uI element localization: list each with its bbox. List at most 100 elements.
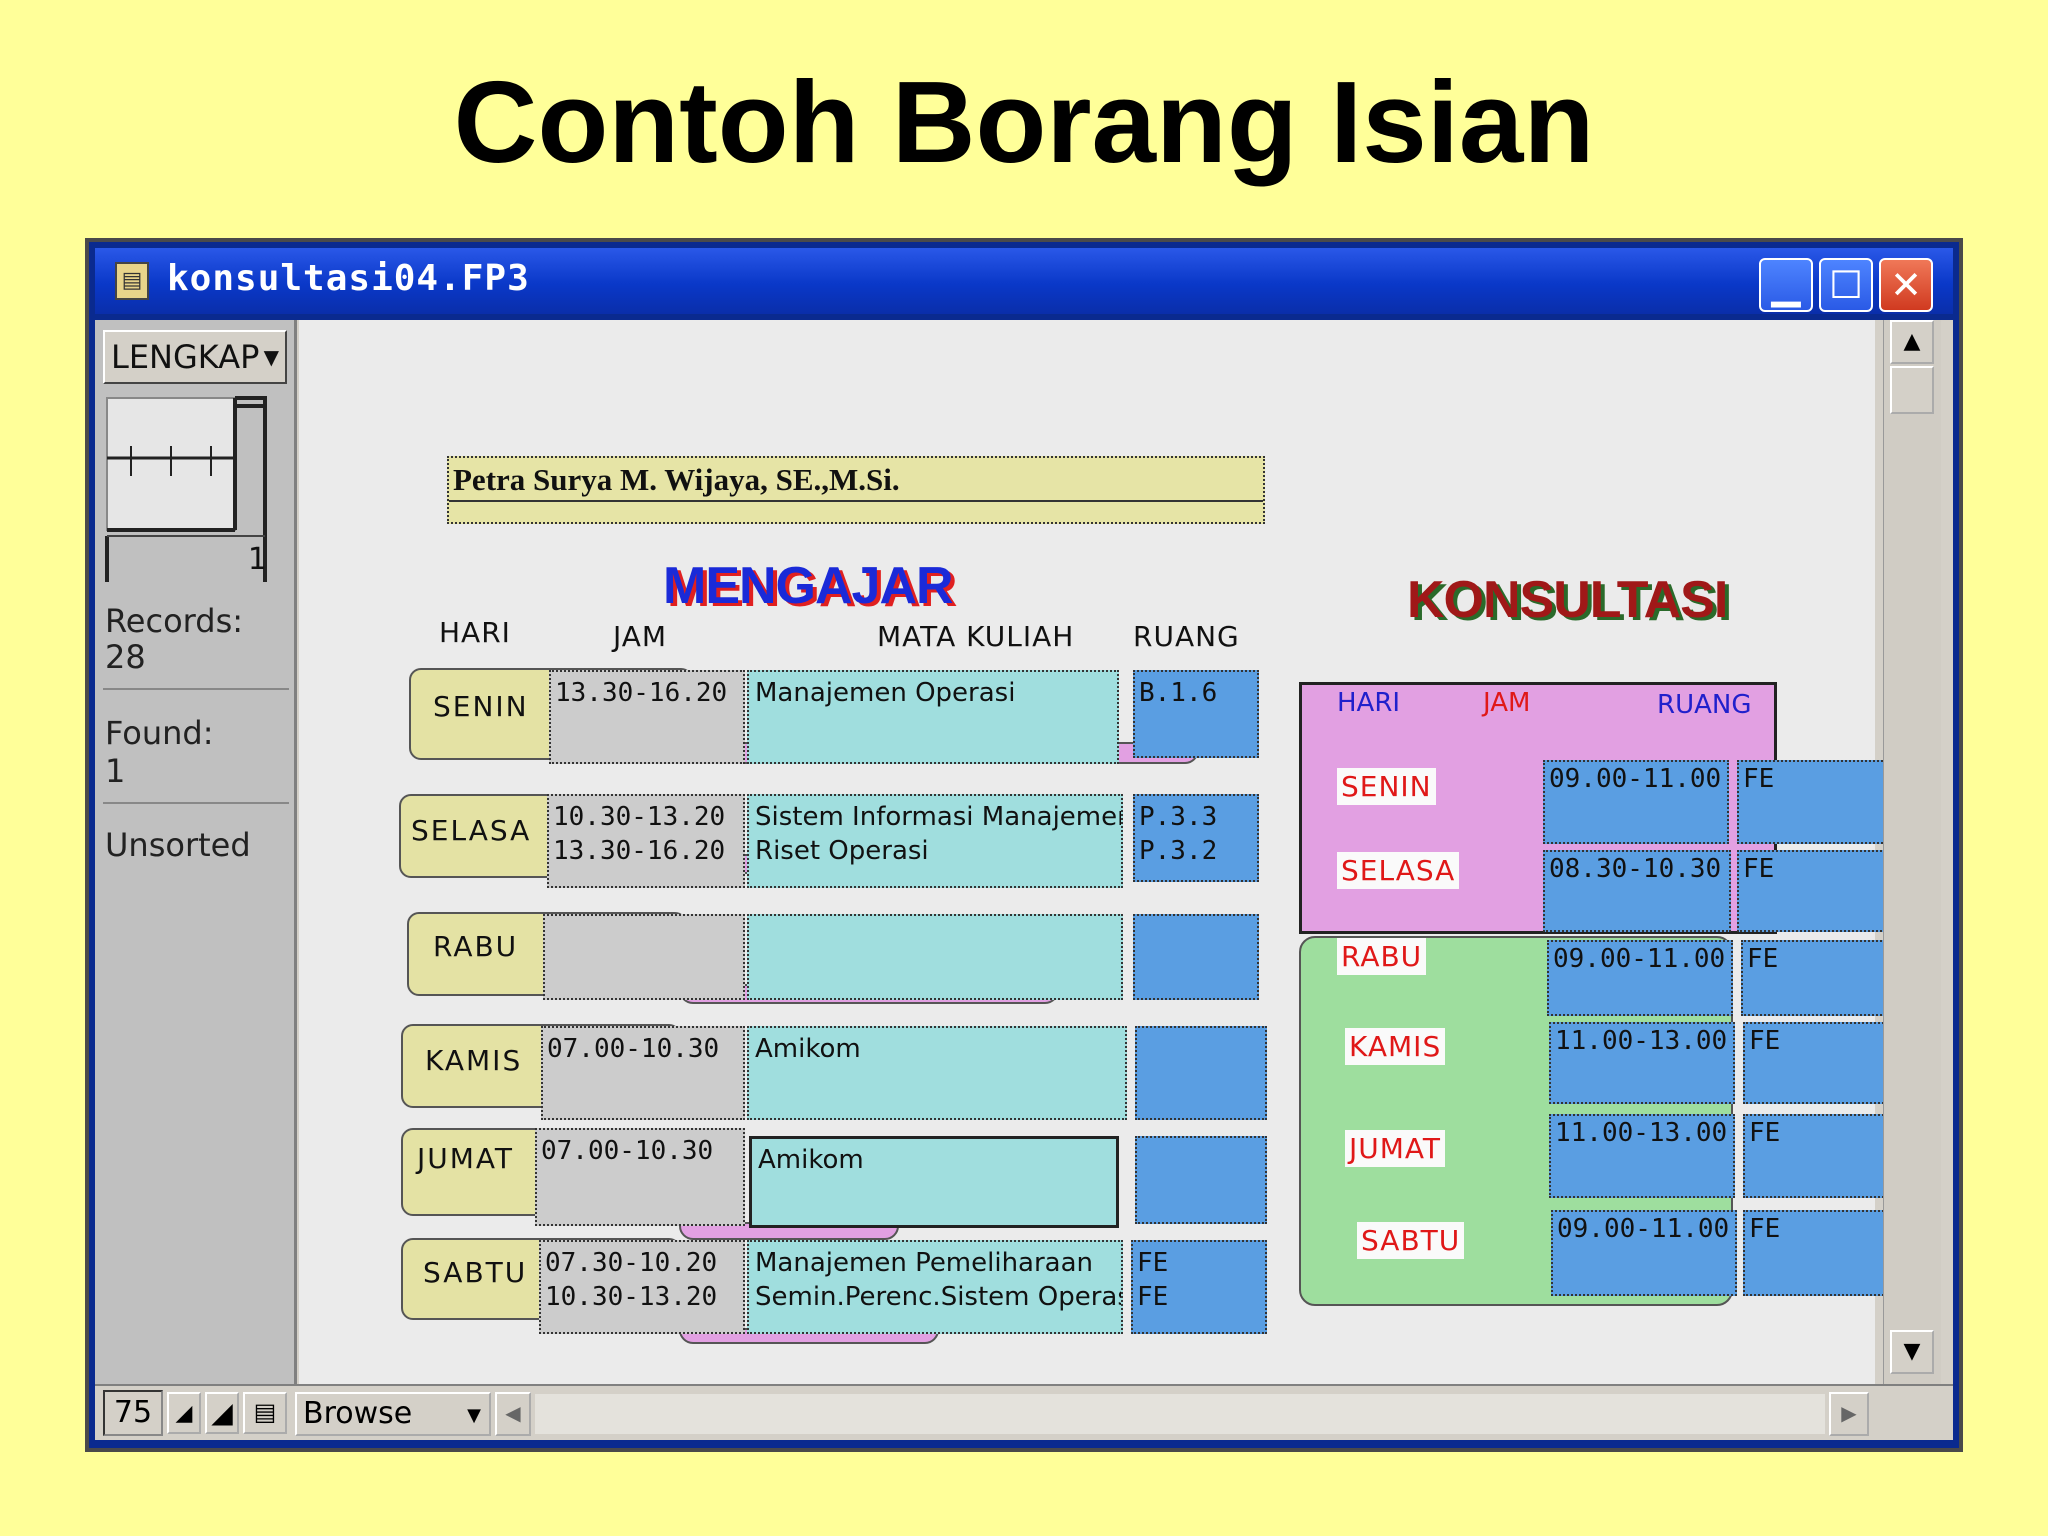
mata-kuliah-field[interactable]: Sistem Informasi Manajemen Riset Operasi (747, 794, 1123, 888)
jam-value: 07.30-10.20 (545, 1248, 718, 1278)
ruang-field[interactable] (1135, 1026, 1267, 1120)
book-page-number: 1 (247, 542, 267, 577)
window-title: konsultasi04.FP3 (167, 258, 530, 299)
mode-label: Browse (303, 1396, 413, 1431)
ruang-field[interactable]: P.3.3 P.3.2 (1133, 794, 1259, 882)
jam-field[interactable] (543, 914, 745, 1000)
lecturer-name-field[interactable]: Petra Surya M. Wijaya, SE.,M.Si. (447, 456, 1265, 524)
konsultasi-jam-field[interactable]: 09.00-11.00 (1551, 1210, 1737, 1296)
konsultasi-jam-field[interactable]: 09.00-11.00 (1547, 940, 1733, 1016)
mata-kuliah-value: Semin.Perenc.Sistem Operasi (755, 1282, 1123, 1312)
scroll-left-button[interactable]: ◀ (495, 1392, 531, 1436)
konsultasi-col-hari: HARI (1337, 688, 1401, 718)
konsultasi-heading: KONSULTASI (1407, 571, 1728, 629)
jam-value: 07.00-10.30 (547, 1034, 720, 1064)
scroll-up-button[interactable]: ▲ (1890, 320, 1934, 364)
jam-field[interactable]: 07.00-10.30 (535, 1128, 745, 1226)
jam-value: 13.30-16.20 (553, 836, 726, 866)
scroll-right-button[interactable]: ▶ (1829, 1392, 1869, 1436)
status-divider (103, 802, 289, 804)
ruang-field[interactable] (1135, 1136, 1267, 1224)
jam-field[interactable]: 10.30-13.20 13.30-16.20 (547, 794, 745, 888)
lecturer-name: Petra Surya M. Wijaya, SE.,M.Si. (453, 462, 900, 497)
jam-value: 10.30-13.20 (545, 1282, 718, 1312)
chevron-down-icon: ▼ (263, 345, 279, 369)
col-hari: HARI (439, 616, 511, 649)
jam-field[interactable]: 07.30-10.20 10.30-13.20 (539, 1240, 745, 1334)
records-count: 28 (105, 638, 146, 676)
chevron-down-icon: ▼ (467, 1405, 481, 1426)
vertical-scrollbar[interactable]: ▲ ▼ (1883, 320, 1941, 1394)
konsultasi-ruang-field[interactable]: FE (1743, 1210, 1903, 1296)
ruang-field[interactable] (1133, 914, 1259, 1000)
konsultasi-day-senin: SENIN (1337, 768, 1436, 805)
slide-title: Contoh Borang Isian (453, 57, 1595, 187)
status-area-toggle-icon[interactable]: ▤ (243, 1392, 287, 1434)
konsultasi-ruang-field[interactable]: FE (1737, 760, 1899, 844)
konsultasi-col-jam: JAM (1483, 688, 1531, 718)
ruang-field[interactable]: FE FE (1131, 1240, 1267, 1334)
ruang-field[interactable]: B.1.6 (1133, 670, 1259, 758)
layout-menu[interactable]: LENGKAP ▼ (103, 330, 287, 384)
konsultasi-day-selasa: SELASA (1337, 852, 1460, 889)
col-jam: JAM (613, 620, 668, 653)
records-label: Records: (105, 602, 244, 640)
konsultasi-jam-field[interactable]: 11.00-13.00 (1549, 1114, 1735, 1198)
konsultasi-col-ruang: RUANG (1657, 690, 1752, 720)
field-underline (449, 500, 1263, 502)
mata-kuliah-field[interactable] (747, 914, 1123, 1000)
konsultasi-day-kamis: KAMIS (1345, 1028, 1446, 1065)
ruang-value: P.3.2 (1139, 836, 1218, 866)
konsultasi-jam-field[interactable]: 08.30-10.30 (1543, 850, 1731, 932)
mata-kuliah-value: Manajemen Pemeliharaan (755, 1248, 1094, 1278)
minimize-button[interactable]: ▁ (1759, 258, 1813, 312)
mata-kuliah-value: Sistem Informasi Manajemen (755, 802, 1123, 832)
document-icon: ▤ (115, 262, 149, 300)
jam-value: 10.30-13.20 (553, 802, 726, 832)
jam-field[interactable]: 13.30-16.20 (549, 670, 745, 764)
mata-kuliah-value: Amikom (758, 1145, 864, 1175)
window-client: LENGKAP ▼ 1 Records: 28 Found: 1 Unsorte… (95, 320, 1953, 1440)
close-button[interactable]: ✕ (1879, 258, 1933, 312)
horizontal-scroll-track[interactable] (535, 1394, 1825, 1434)
jam-value: 07.00-10.30 (541, 1136, 714, 1166)
konsultasi-ruang-field[interactable]: FE (1737, 850, 1901, 932)
konsultasi-jam-field[interactable]: 09.00-11.00 (1543, 760, 1729, 844)
mata-kuliah-value: Manajemen Operasi (755, 678, 1016, 708)
zoom-out-icon[interactable]: ◢ (167, 1392, 201, 1434)
mata-kuliah-field[interactable]: Amikom (749, 1136, 1119, 1228)
jam-field[interactable]: 07.00-10.30 (541, 1026, 745, 1120)
zoom-in-icon[interactable]: ◢ (205, 1392, 239, 1434)
konsultasi-ruang-field[interactable]: FE (1743, 1114, 1903, 1198)
mode-menu[interactable]: Browse ▼ (295, 1392, 491, 1436)
ruang-value: P.3.3 (1139, 802, 1218, 832)
scroll-down-button[interactable]: ▼ (1890, 1330, 1934, 1374)
jam-value: 13.30-16.20 (555, 678, 728, 708)
konsultasi-ruang-field[interactable]: FE (1743, 1022, 1903, 1104)
record-book-icon[interactable]: 1 (105, 396, 277, 586)
mengajar-heading: MENGAJAR (663, 557, 954, 615)
mata-kuliah-value: Amikom (755, 1034, 861, 1064)
maximize-button[interactable]: ☐ (1819, 258, 1873, 312)
status-divider (103, 688, 289, 690)
ruang-value: FE (1137, 1248, 1169, 1278)
sort-status: Unsorted (105, 826, 251, 864)
ruang-value: B.1.6 (1139, 678, 1218, 708)
col-mata-kuliah: MATA KULIAH (877, 620, 1075, 653)
layout-menu-label: LENGKAP (111, 338, 260, 376)
mata-kuliah-field[interactable]: Manajemen Pemeliharaan Semin.Perenc.Siste… (747, 1240, 1123, 1334)
title-bar[interactable]: ▤ konsultasi04.FP3 ▁ ☐ ✕ (95, 248, 1953, 314)
zoom-level[interactable]: 75 (103, 1390, 163, 1436)
found-label: Found: (105, 714, 214, 752)
mata-kuliah-field[interactable]: Amikom (747, 1026, 1127, 1120)
konsultasi-ruang-field[interactable]: FE (1741, 940, 1901, 1016)
layout-content: Petra Surya M. Wijaya, SE.,M.Si. MENGAJA… (299, 320, 1903, 1384)
konsultasi-jam-field[interactable]: 11.00-13.00 (1549, 1022, 1735, 1104)
konsultasi-day-sabtu: SABTU (1357, 1222, 1465, 1259)
mata-kuliah-field[interactable]: Manajemen Operasi (747, 670, 1119, 764)
bottom-bar: 75 ◢ ◢ ▤ Browse ▼ ◀ ▶ (95, 1384, 1953, 1440)
konsultasi-day-rabu: RABU (1337, 938, 1427, 975)
scroll-thumb[interactable] (1890, 366, 1934, 414)
filemaker-window: ▤ konsultasi04.FP3 ▁ ☐ ✕ LENGKAP ▼ 1 Rec… (85, 238, 1963, 1452)
ruang-value: FE (1137, 1282, 1169, 1312)
